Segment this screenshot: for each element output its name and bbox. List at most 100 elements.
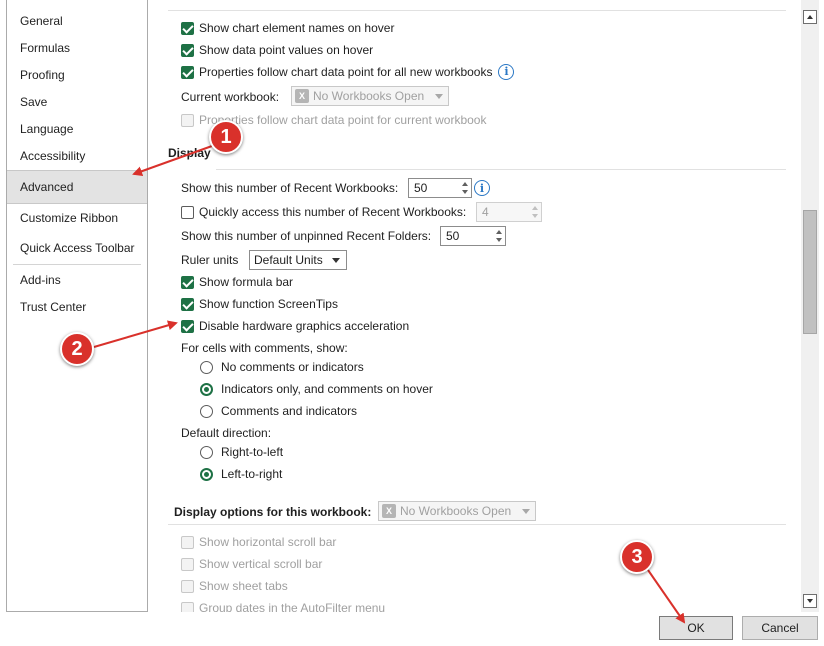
stepper-buttons[interactable] [529, 203, 541, 221]
workbook-display-title: Display options for this workbook: [174, 505, 372, 519]
sheet-tabs-option[interactable]: Show sheet tabs [181, 576, 288, 596]
properties-follow-all-label: Properties follow chart data point for a… [199, 65, 493, 79]
show-screentips-label: Show function ScreenTips [199, 297, 338, 311]
recent-folders-stepper[interactable]: 50 [440, 226, 506, 246]
nav-item-formulas[interactable]: Formulas [7, 35, 147, 61]
show-data-values-option[interactable]: Show data point values on hover [181, 40, 373, 60]
ruler-units-row: Ruler units [181, 250, 238, 270]
current-workbook-combo[interactable]: X No Workbooks Open [291, 86, 449, 106]
nav-item-accessibility[interactable]: Accessibility [7, 143, 147, 169]
recent-workbooks-stepper[interactable]: 50 [408, 178, 472, 198]
quick-access-option[interactable]: Quickly access this number of Recent Wor… [181, 202, 466, 222]
nav-item-customize-ribbon[interactable]: Customize Ribbon [7, 205, 147, 231]
stepper-buttons[interactable] [459, 179, 471, 197]
recent-folders-value: 50 [446, 229, 460, 243]
comments-none-radio[interactable] [200, 360, 213, 374]
recent-workbooks-value: 50 [414, 181, 428, 195]
comments-indicators-option[interactable]: Indicators only, and comments on hover [200, 379, 433, 399]
workbook-display-combo[interactable]: X No Workbooks Open [378, 501, 536, 521]
v-scroll-checkbox[interactable] [181, 557, 194, 571]
recent-workbooks-label: Show this number of Recent Workbooks: [181, 181, 399, 195]
nav-item-quick-access-toolbar[interactable]: Quick Access Toolbar [7, 235, 147, 261]
h-scroll-label: Show horizontal scroll bar [199, 535, 337, 549]
h-scroll-checkbox[interactable] [181, 535, 194, 549]
current-workbook-value: No Workbooks Open [313, 89, 425, 103]
direction-label: Default direction: [181, 426, 272, 440]
v-scroll-option[interactable]: Show vertical scroll bar [181, 554, 322, 574]
info-icon[interactable]: i [474, 180, 490, 196]
recent-folders-label: Show this number of unpinned Recent Fold… [181, 229, 432, 243]
arrow-down-icon [496, 238, 502, 242]
show-chart-names-checkbox[interactable] [181, 21, 194, 35]
show-chart-names-option[interactable]: Show chart element names on hover [181, 18, 394, 38]
chevron-down-icon [332, 258, 340, 263]
comments-indicators-radio[interactable] [200, 382, 213, 396]
step-marker-3: 3 [620, 540, 654, 574]
show-screentips-option[interactable]: Show function ScreenTips [181, 294, 338, 314]
show-screentips-checkbox[interactable] [181, 297, 194, 311]
step-marker-2: 2 [60, 332, 94, 366]
sheet-tabs-checkbox[interactable] [181, 579, 194, 593]
properties-follow-all-checkbox[interactable] [181, 65, 194, 79]
disable-hw-accel-option[interactable]: Disable hardware graphics acceleration [181, 316, 409, 336]
quick-access-value: 4 [482, 205, 489, 219]
arrow-up-icon [462, 182, 468, 186]
comments-both-option[interactable]: Comments and indicators [200, 401, 357, 421]
disable-hw-accel-checkbox[interactable] [181, 319, 194, 333]
excel-workbook-icon: X [382, 504, 396, 518]
scroll-up-button[interactable] [803, 10, 817, 24]
properties-follow-current-checkbox[interactable] [181, 113, 194, 127]
scroll-down-button[interactable] [803, 594, 817, 608]
group-dates-option[interactable]: Group dates in the AutoFilter menu [181, 598, 385, 612]
info-icon[interactable]: i [498, 64, 515, 80]
nav-item-add-ins[interactable]: Add-ins [7, 267, 147, 293]
recent-workbooks-row: Show this number of Recent Workbooks: [181, 178, 398, 198]
comments-indicators-label: Indicators only, and comments on hover [221, 382, 433, 396]
arrow-up-icon [496, 230, 502, 234]
nav-item-trust-center[interactable]: Trust Center [7, 294, 147, 320]
arrow-down-icon [532, 214, 538, 218]
properties-follow-all-option[interactable]: Properties follow chart data point for a… [181, 62, 515, 82]
show-chart-names-label: Show chart element names on hover [199, 21, 395, 35]
current-workbook-label: Current workbook: [181, 90, 280, 104]
direction-ltr-label: Left-to-right [221, 467, 283, 481]
workbook-display-value: No Workbooks Open [400, 504, 512, 518]
direction-heading: Default direction: [181, 423, 271, 443]
quick-access-checkbox[interactable] [181, 205, 194, 219]
nav-item-advanced[interactable]: Advanced [7, 170, 147, 204]
ok-button[interactable]: OK [659, 616, 733, 640]
group-dates-label: Group dates in the AutoFilter menu [199, 601, 386, 612]
comments-both-radio[interactable] [200, 404, 213, 418]
ruler-units-select[interactable]: Default Units [249, 250, 347, 270]
advanced-options-pane: Show chart element names on hover Show d… [150, 0, 800, 612]
comments-none-option[interactable]: No comments or indicators [200, 357, 364, 377]
chevron-down-icon [435, 94, 443, 99]
quick-access-label: Quickly access this number of Recent Wor… [199, 205, 467, 219]
section-divider [168, 10, 786, 11]
h-scroll-option[interactable]: Show horizontal scroll bar [181, 532, 336, 552]
ruler-units-label: Ruler units [181, 253, 239, 267]
direction-ltr-option[interactable]: Left-to-right [200, 464, 282, 484]
vertical-scrollbar[interactable] [801, 0, 819, 612]
quick-access-stepper[interactable]: 4 [476, 202, 542, 222]
comments-label: For cells with comments, show: [181, 341, 348, 355]
nav-item-language[interactable]: Language [7, 116, 147, 142]
cancel-button[interactable]: Cancel [742, 616, 818, 640]
show-formula-bar-checkbox[interactable] [181, 275, 194, 289]
show-data-values-label: Show data point values on hover [199, 43, 374, 57]
nav-item-proofing[interactable]: Proofing [7, 62, 147, 88]
direction-ltr-radio[interactable] [200, 467, 213, 481]
scroll-thumb[interactable] [803, 210, 817, 334]
stepper-buttons[interactable] [493, 227, 505, 245]
v-scroll-label: Show vertical scroll bar [199, 557, 323, 571]
direction-rtl-option[interactable]: Right-to-left [200, 442, 283, 462]
nav-item-save[interactable]: Save [7, 89, 147, 115]
nav-item-general[interactable]: General [7, 8, 147, 34]
arrow-up-icon [532, 206, 538, 210]
show-formula-bar-option[interactable]: Show formula bar [181, 272, 293, 292]
show-data-values-checkbox[interactable] [181, 43, 194, 57]
comments-heading: For cells with comments, show: [181, 338, 348, 358]
show-formula-bar-label: Show formula bar [199, 275, 294, 289]
direction-rtl-radio[interactable] [200, 445, 213, 459]
group-dates-checkbox[interactable] [181, 601, 194, 612]
